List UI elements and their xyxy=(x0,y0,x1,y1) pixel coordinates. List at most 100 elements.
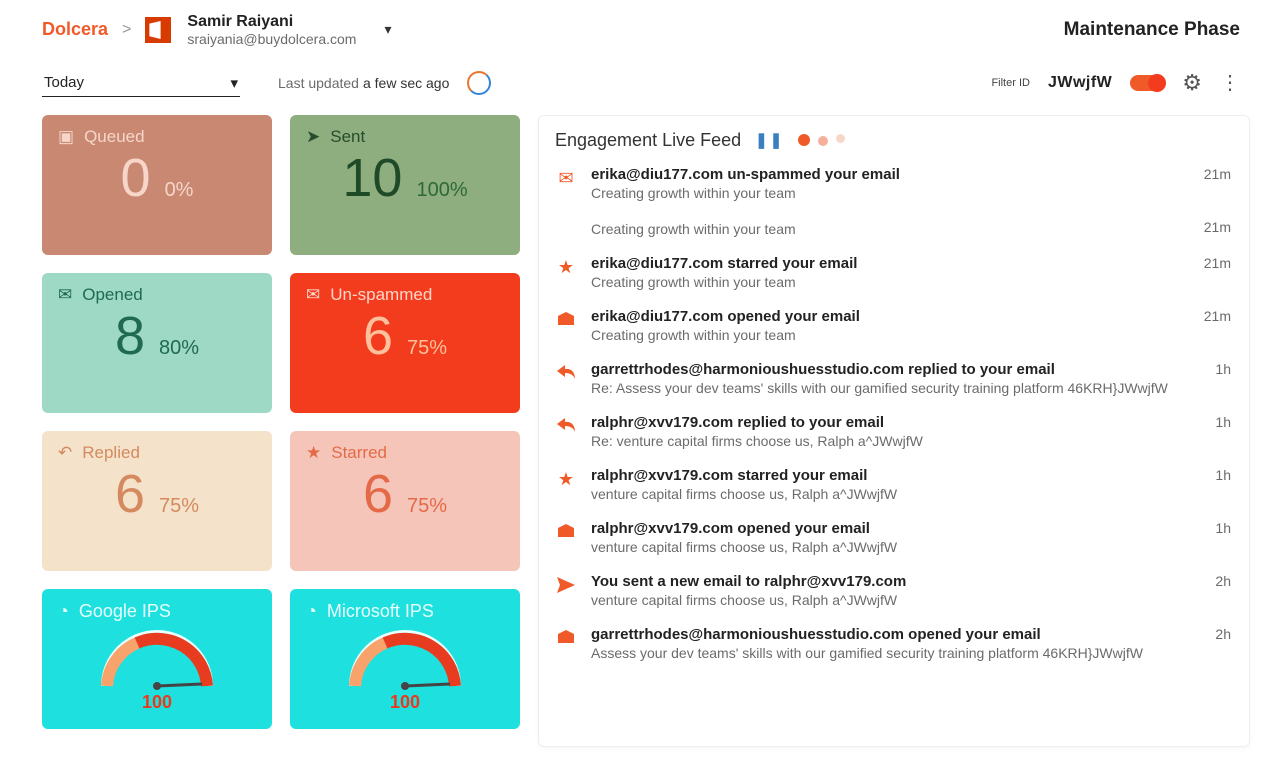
sent-icon: ➤ xyxy=(306,127,320,147)
last-updated: Last updated a few sec ago xyxy=(278,71,491,95)
star-icon: ★ xyxy=(558,257,574,278)
feed-item[interactable]: ralphr@xvv179.com opened your email ventu… xyxy=(555,511,1231,564)
brand-name[interactable]: Dolcera xyxy=(42,19,108,40)
open-icon xyxy=(557,522,575,543)
card-title: Opened xyxy=(82,285,143,305)
star-icon: ★ xyxy=(306,443,321,463)
chevron-down-icon[interactable]: ▾ xyxy=(384,21,391,38)
feed-item-time: 2h xyxy=(1215,626,1231,642)
gear-icon[interactable]: ⚙ xyxy=(1182,70,1202,96)
feed-item[interactable]: Creating growth within your team 21m xyxy=(555,210,1231,246)
reply-icon xyxy=(557,363,575,384)
card-starred[interactable]: ★ Starred 6 75% xyxy=(290,431,520,571)
filter-toggle[interactable] xyxy=(1130,75,1164,91)
card-title: Sent xyxy=(330,127,365,147)
feed-item-time: 21m xyxy=(1204,219,1231,235)
feed-item-time: 21m xyxy=(1204,255,1231,271)
card-replied[interactable]: ↶ Replied 6 75% xyxy=(42,431,272,571)
pause-button[interactable]: ❚❚ xyxy=(755,131,784,149)
card-value: 8 xyxy=(115,305,145,367)
feed-item[interactable]: You sent a new email to ralphr@xvv179.co… xyxy=(555,564,1231,617)
feed-item-subtitle: Creating growth within your team xyxy=(591,185,1190,201)
card-title: Google IPS xyxy=(79,601,171,622)
card-value: 6 xyxy=(363,305,393,367)
user-name: Samir Raiyani xyxy=(187,12,356,31)
refresh-icon[interactable] xyxy=(467,71,491,95)
feed-item-time: 1h xyxy=(1215,414,1231,430)
feed-item-subtitle: Creating growth within your team xyxy=(591,274,1190,290)
feed-item[interactable]: ✉ erika@diu177.com un-spammed your email C… xyxy=(555,157,1231,210)
reply-icon: ↶ xyxy=(58,443,72,463)
sent-icon xyxy=(557,575,575,596)
feed-item[interactable]: garrettrhodes@harmonioushuesstudio.com o… xyxy=(555,617,1231,670)
office365-icon xyxy=(145,17,171,43)
breadcrumb-separator: > xyxy=(122,21,131,39)
feed-item-time: 1h xyxy=(1215,467,1231,483)
card-title: Replied xyxy=(82,443,140,463)
feed-item-time: 2h xyxy=(1215,573,1231,589)
feed-item-title: erika@diu177.com starred your email xyxy=(591,255,1190,272)
stat-grid: ▣Queued 00% ➤Sent 10100% ✉Opened 880% ✉U… xyxy=(42,115,520,747)
user-block[interactable]: Samir Raiyani sraiyania@buydolcera.com xyxy=(187,12,356,48)
phase-label: Maintenance Phase xyxy=(1064,19,1240,41)
date-range-value: Today xyxy=(44,74,84,91)
card-title: Queued xyxy=(84,127,145,147)
gauge-value: 100 xyxy=(390,692,420,713)
feed-item-title: ralphr@xvv179.com opened your email xyxy=(591,520,1201,537)
engagement-feed: Engagement Live Feed ❚❚ ✉erika@diu177.co… xyxy=(538,115,1250,747)
feed-item-title: garrettrhodes@harmonioushuesstudio.com r… xyxy=(591,361,1201,378)
feed-item[interactable]: ralphr@xvv179.com replied to your emailR… xyxy=(555,405,1231,458)
feed-item[interactable]: ★ erika@diu177.com starred your email Crea… xyxy=(555,246,1231,299)
gauge-google: 100 xyxy=(58,626,256,713)
card-pct: 75% xyxy=(407,337,447,360)
card-title: Un-spammed xyxy=(330,285,432,305)
feed-item-title: garrettrhodes@harmonioushuesstudio.com o… xyxy=(591,626,1201,643)
unspam-icon: ✉ xyxy=(558,168,573,189)
card-pct: 75% xyxy=(159,495,199,518)
feed-item-subtitle: Creating growth within your team xyxy=(591,327,1190,343)
card-title: Microsoft IPS xyxy=(327,601,434,622)
open-icon xyxy=(557,628,575,649)
last-updated-label: Last updated xyxy=(278,75,359,91)
card-google-ips[interactable]: ◔Google IPS 100 xyxy=(42,589,272,729)
feed-item-title: You sent a new email to ralphr@xvv179.co… xyxy=(591,573,1201,590)
date-range-select[interactable]: Today ▾ xyxy=(42,70,240,97)
open-icon xyxy=(557,310,575,331)
feed-item-subtitle: venture capital firms choose us, Ralph a… xyxy=(591,592,1201,608)
card-microsoft-ips[interactable]: ◔ Microsoft IPS 100 xyxy=(290,589,520,729)
feed-item-subtitle: Re: Assess your dev teams' skills with o… xyxy=(591,380,1201,396)
card-queued[interactable]: ▣Queued 00% xyxy=(42,115,272,255)
feed-item-title: erika@diu177.com un-spammed your email xyxy=(591,166,1190,183)
feed-item[interactable]: garrettrhodes@harmonioushuesstudio.com r… xyxy=(555,352,1231,405)
card-opened[interactable]: ✉ Opened 8 80% xyxy=(42,273,272,413)
feed-item-subtitle: Creating growth within your team xyxy=(591,221,1190,237)
card-value: 6 xyxy=(115,463,145,525)
feed-item-subtitle: venture capital firms choose us, Ralph a… xyxy=(591,539,1201,555)
feed-item-subtitle: Re: venture capital firms choose us, Ral… xyxy=(591,433,1201,449)
kebab-menu-icon[interactable]: ⋮ xyxy=(1220,78,1240,88)
feed-item-time: 21m xyxy=(1204,308,1231,324)
gauge-icon: ◔ xyxy=(306,601,317,622)
card-sent[interactable]: ➤Sent 10100% xyxy=(290,115,520,255)
card-value: 0 xyxy=(121,147,151,209)
filter-id-value: JWwjfW xyxy=(1048,74,1112,92)
reply-icon xyxy=(557,416,575,437)
card-pct: 100% xyxy=(416,179,467,202)
opened-icon: ✉ xyxy=(58,285,72,305)
card-unspammed[interactable]: ✉Un-spammed 675% xyxy=(290,273,520,413)
feed-item[interactable]: ★ralphr@xvv179.com starred your emailven… xyxy=(555,458,1231,511)
feed-item-time: 1h xyxy=(1215,520,1231,536)
star-icon: ★ xyxy=(558,469,574,490)
card-pct: 80% xyxy=(159,337,199,360)
chevron-down-icon: ▾ xyxy=(230,74,238,92)
feed-item-time: 1h xyxy=(1215,361,1231,377)
feed-item-title: ralphr@xvv179.com starred your email xyxy=(591,467,1201,484)
feed-item-subtitle: Assess your dev teams' skills with our g… xyxy=(591,645,1201,661)
card-value: 6 xyxy=(363,463,393,525)
card-title: Starred xyxy=(331,443,387,463)
feed-item[interactable]: erika@diu177.com opened your emailCreati… xyxy=(555,299,1231,352)
card-pct: 75% xyxy=(407,495,447,518)
feed-item-time: 21m xyxy=(1204,166,1231,182)
gauge-microsoft: 100 xyxy=(306,626,504,713)
gauge-value: 100 xyxy=(142,692,172,713)
